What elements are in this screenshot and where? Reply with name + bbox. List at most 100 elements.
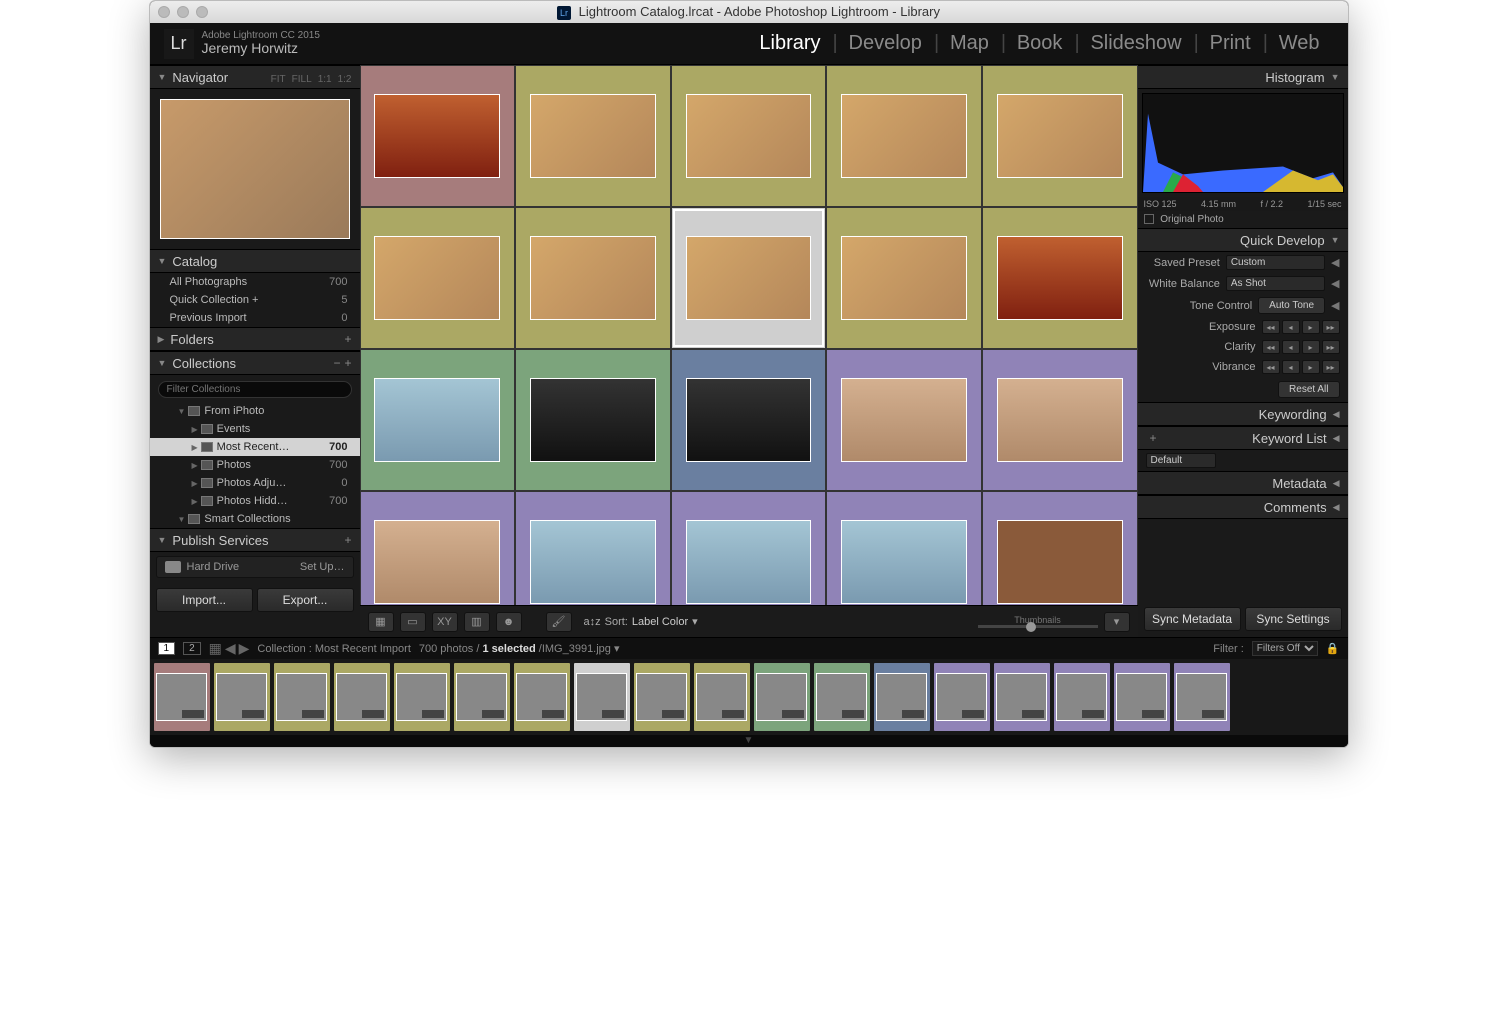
catalog-item[interactable]: Previous Import0	[150, 309, 360, 327]
quick-develop-header[interactable]: Quick Develop ▼	[1138, 228, 1348, 252]
saved-preset-select[interactable]: Custom	[1226, 255, 1325, 270]
step-down[interactable]: ◂	[1282, 340, 1300, 354]
sort-dropdown-icon[interactable]: ▾	[692, 615, 698, 628]
filmstrip[interactable]	[150, 659, 1348, 735]
grid-cell[interactable]	[826, 349, 982, 491]
filmstrip-cell[interactable]	[874, 663, 930, 731]
module-map[interactable]: Map	[936, 32, 1003, 55]
disclosure-triangle-icon[interactable]: ◀	[1333, 409, 1340, 420]
grid-icon[interactable]: ▦	[209, 640, 222, 657]
panel-switch-icon[interactable]: ◀	[1331, 277, 1339, 290]
sync-metadata-button[interactable]: Sync Metadata	[1144, 607, 1241, 631]
disclosure-triangle-icon[interactable]: ▶	[158, 334, 165, 345]
catalog-item[interactable]: All Photographs700	[150, 273, 360, 291]
filmstrip-cell[interactable]	[274, 663, 330, 731]
filmstrip-cell[interactable]	[514, 663, 570, 731]
source-label[interactable]: Collection : Most Recent Import	[257, 643, 410, 655]
collection-item[interactable]: ▶Photos Hidd…700	[150, 492, 360, 510]
module-book[interactable]: Book	[1003, 32, 1077, 55]
grid-cell[interactable]	[982, 207, 1138, 349]
screen-1-button[interactable]: 1	[158, 642, 176, 655]
disclosure-triangle-icon[interactable]: ▼	[158, 256, 167, 266]
disclosure-triangle-icon[interactable]: ▼	[158, 72, 167, 82]
white-balance-select[interactable]: As Shot	[1226, 276, 1325, 291]
nav-zoom-1:2[interactable]: 1:2	[338, 74, 352, 85]
grid-cell[interactable]	[360, 491, 516, 605]
grid-cell[interactable]	[360, 207, 516, 349]
step-up[interactable]: ▸	[1302, 360, 1320, 374]
step-down[interactable]: ◂	[1282, 360, 1300, 374]
filter-lock-icon[interactable]: 🔒	[1326, 642, 1340, 655]
navigator-preview[interactable]	[150, 89, 360, 249]
grid-cell[interactable]	[360, 349, 516, 491]
grid-cell[interactable]	[826, 491, 982, 605]
panel-switch-icon[interactable]: ◀	[1331, 256, 1339, 269]
keywording-header[interactable]: Keywording ◀	[1138, 402, 1348, 426]
painter-tool-button[interactable]: 🖌	[546, 612, 572, 632]
grid-view-button[interactable]: ▦	[368, 612, 394, 632]
publish-setup-link[interactable]: Set Up…	[300, 561, 345, 573]
people-view-button[interactable]: ☻	[496, 612, 522, 632]
sync-settings-button[interactable]: Sync Settings	[1245, 607, 1342, 631]
step-big-down[interactable]: ◂◂	[1262, 360, 1280, 374]
survey-view-button[interactable]: ▥	[464, 612, 490, 632]
filmstrip-cell[interactable]	[394, 663, 450, 731]
filter-select[interactable]: Filters Off	[1252, 641, 1318, 656]
add-collection-icon[interactable]: +	[344, 356, 351, 370]
step-up[interactable]: ▸	[1302, 340, 1320, 354]
filmstrip-cell[interactable]	[1174, 663, 1230, 731]
catalog-item[interactable]: Quick Collection +5	[150, 291, 360, 309]
filmstrip-cell[interactable]	[694, 663, 750, 731]
add-folder-icon[interactable]: +	[344, 332, 351, 346]
navigator-zoom-options[interactable]: FITFILL1:11:2	[265, 70, 352, 85]
add-publish-icon[interactable]: +	[344, 533, 351, 547]
grid-cell[interactable]	[826, 65, 982, 207]
collection-item[interactable]: ▶Events	[150, 420, 360, 438]
disclosure-triangle-icon[interactable]: ▼	[158, 535, 167, 545]
nav-zoom-FIT[interactable]: FIT	[271, 74, 286, 85]
grid-cell[interactable]	[982, 491, 1138, 605]
grid-cell[interactable]	[515, 65, 671, 207]
filmstrip-handle[interactable]: ▼	[150, 735, 1348, 747]
metadata-preset-select[interactable]: Default	[1146, 453, 1216, 468]
toolbar-options-button[interactable]: ▾	[1104, 612, 1130, 632]
step-up[interactable]: ▸	[1302, 320, 1320, 334]
disclosure-triangle-icon[interactable]: ▼	[158, 358, 167, 368]
dropdown-icon[interactable]: ▾	[614, 643, 620, 655]
collection-folder[interactable]: ▼Smart Collections	[150, 510, 360, 528]
collection-item[interactable]: ▶Photos700	[150, 456, 360, 474]
disclosure-triangle-icon[interactable]: ◀	[1333, 433, 1340, 444]
histogram-panel-header[interactable]: Histogram ▼	[1138, 65, 1348, 89]
sort-direction-icon[interactable]: a↕z	[584, 616, 601, 628]
original-photo-toggle[interactable]: Original Photo	[1138, 211, 1348, 228]
grid-cell[interactable]	[982, 65, 1138, 207]
thumbnail-size-slider[interactable]: Thumbnails	[978, 615, 1098, 628]
collection-folder[interactable]: ▼From iPhoto	[150, 402, 360, 420]
screen-2-button[interactable]: 2	[183, 642, 201, 655]
module-develop[interactable]: Develop	[835, 32, 936, 55]
step-big-up[interactable]: ▸▸	[1322, 320, 1340, 334]
keyword-list-header[interactable]: + Keyword List ◀	[1138, 426, 1348, 450]
step-down[interactable]: ◂	[1282, 320, 1300, 334]
filmstrip-cell[interactable]	[454, 663, 510, 731]
grid-cell[interactable]	[671, 349, 827, 491]
grid-cell[interactable]	[515, 207, 671, 349]
module-print[interactable]: Print	[1196, 32, 1265, 55]
collections-panel-header[interactable]: ▼ Collections − +	[150, 351, 360, 375]
filmstrip-cell[interactable]	[634, 663, 690, 731]
navigator-panel-header[interactable]: ▼ Navigator FITFILL1:11:2	[150, 65, 360, 89]
grid-cell[interactable]	[515, 491, 671, 605]
filmstrip-cell[interactable]	[934, 663, 990, 731]
nav-zoom-1:1[interactable]: 1:1	[318, 74, 332, 85]
filmstrip-cell[interactable]	[574, 663, 630, 731]
grid-cell[interactable]	[515, 349, 671, 491]
grid-cell[interactable]	[982, 349, 1138, 491]
grid-cell[interactable]	[671, 65, 827, 207]
filmstrip-cell[interactable]	[1054, 663, 1110, 731]
loupe-view-button[interactable]: ▭	[400, 612, 426, 632]
filter-collections-input[interactable]	[158, 381, 352, 398]
export-button[interactable]: Export...	[257, 588, 354, 612]
histogram-chart[interactable]	[1142, 93, 1344, 193]
step-big-down[interactable]: ◂◂	[1262, 320, 1280, 334]
publish-panel-header[interactable]: ▼ Publish Services +	[150, 528, 360, 552]
